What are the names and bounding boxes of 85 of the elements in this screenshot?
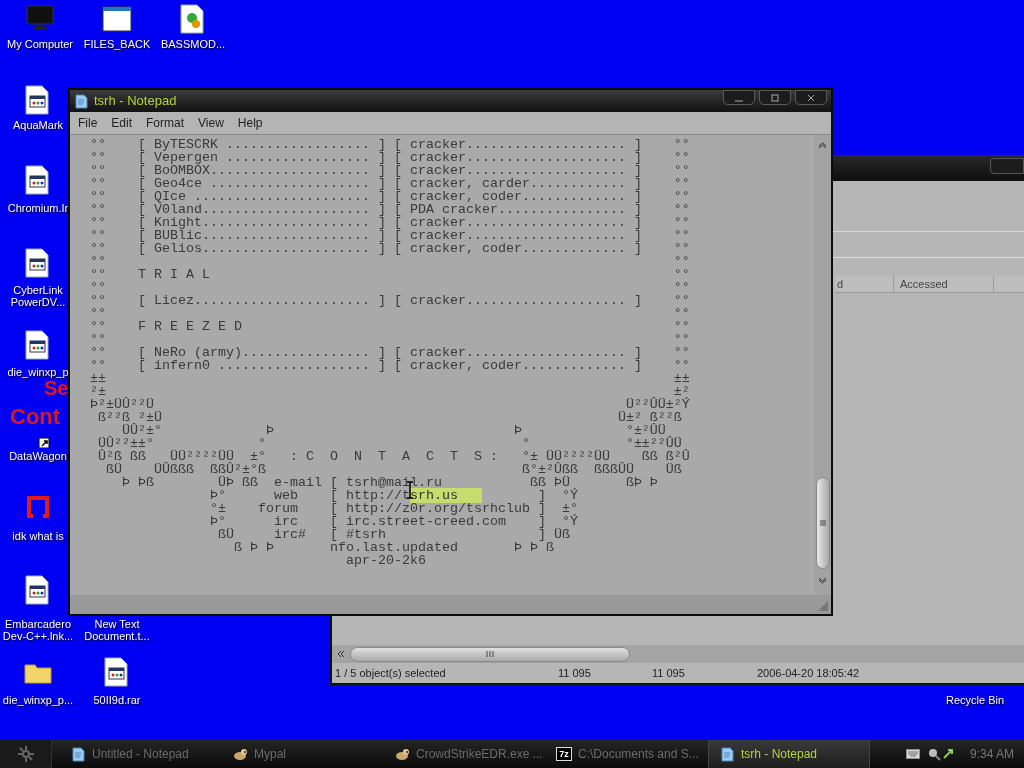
taskbar-label: CrowdStrikeEDR.exe ... bbox=[416, 746, 543, 763]
text-line: °° °° bbox=[90, 306, 690, 321]
window-icon[interactable] bbox=[102, 4, 132, 34]
status-text: 11 095 bbox=[558, 665, 592, 681]
wallpaper-text: Cont bbox=[10, 406, 61, 428]
flower-icon bbox=[15, 744, 36, 764]
minimize-button[interactable] bbox=[723, 90, 755, 105]
text-line: °° F R E E Z E D °° bbox=[90, 319, 690, 334]
text-line: ß Þ Þ nfo.last.updated Þ Þ ß bbox=[232, 540, 554, 555]
taskbar-label: tsrh - Notepad bbox=[741, 746, 818, 763]
taskbar-label: Mypal bbox=[254, 746, 286, 763]
text-line: °° °° bbox=[90, 332, 690, 347]
status-text: 2006-04-20 18:05:42 bbox=[757, 665, 861, 681]
close-button[interactable] bbox=[795, 90, 827, 105]
text-line: °° [ BUBlic..................... ] [ cracker.................... ] °° bbox=[90, 228, 690, 243]
notepad-icon bbox=[74, 93, 88, 109]
menu-item[interactable]: Edit bbox=[111, 114, 133, 132]
text-line: °° [ NeRo (army)................ ] [ cracker.................... ] °° bbox=[90, 345, 690, 360]
menu-item[interactable]: Format bbox=[146, 114, 185, 132]
icon-label[interactable]: Embarcadero Dev-C++.lnk... bbox=[2, 618, 74, 642]
wallpaper-text: Se bbox=[44, 378, 69, 398]
notepad-icon bbox=[719, 746, 735, 762]
text-line: ßÜ ÜÛßßß ßßÛ²±°ß ß°±²Ûßß ßßßÛÜ Üß bbox=[105, 462, 682, 477]
icon-label[interactable]: die_winxp_p... bbox=[2, 694, 74, 706]
icon-label[interactable]: Chromium.Ir bbox=[7, 202, 69, 214]
double-left-arrow-icon[interactable] bbox=[336, 649, 346, 659]
scrollbar-thumb[interactable] bbox=[815, 477, 830, 569]
animal-icon bbox=[394, 746, 410, 762]
icon-label[interactable]: FILES_BACK bbox=[83, 38, 151, 50]
text-line: °° [ BoOMBOX.................... ] [ cracker.................... ] °° bbox=[90, 163, 690, 178]
text-line: °° [ infern0 ................... ] [ cracker, coder............. ] °° bbox=[90, 358, 690, 373]
archiver-icon: 7z bbox=[556, 747, 572, 761]
text-line: °° °° bbox=[90, 254, 690, 269]
taskbar-button[interactable]: 7z C:\Documents and S... bbox=[546, 740, 708, 768]
text-line: °° [ Knight..................... ] [ cracker.................... ] °° bbox=[90, 215, 690, 230]
icon-label[interactable]: New Text Document.t... bbox=[84, 618, 150, 642]
menu-item[interactable]: File bbox=[78, 114, 98, 132]
window-title: tsrh - Notepad bbox=[94, 92, 177, 111]
taskbar-button[interactable]: tsrh - Notepad bbox=[708, 740, 870, 768]
selected-text: srh.us bbox=[409, 488, 482, 503]
text-line: ÜÛ²²±±° ° ° °±±²²ÛÜ bbox=[97, 436, 682, 451]
text-line: ÜÛ²±° Þ Þ °±²ÛÜ bbox=[122, 423, 666, 438]
icon-label[interactable]: 50II9d.rar bbox=[93, 694, 141, 706]
text-line: Þ²±ÜÛ²²Ü Ü²²ÛÜ±²Ý bbox=[90, 397, 690, 412]
text-line: ßÜ irc# [ #tsrh ] Üß bbox=[216, 527, 570, 542]
text-line: °° °° bbox=[90, 280, 690, 295]
menu-item[interactable]: View bbox=[198, 114, 224, 132]
text-line: °° [ ByTESCRK .................. ] [ cracker.................... ] °° bbox=[90, 137, 690, 152]
icon-label[interactable]: idk what is bbox=[12, 530, 64, 542]
text-line: °° [ Licez...................... ] [ cracker.................... ] °° bbox=[90, 293, 690, 308]
icon-label[interactable]: AquaMark bbox=[12, 119, 64, 131]
start-button[interactable] bbox=[0, 740, 52, 768]
column-header[interactable]: Accessed bbox=[894, 276, 994, 293]
taskbar-label: Untitled - Notepad bbox=[92, 746, 189, 763]
text-line: °° [ Gelios..................... ] [ cracker, coder............. ] °° bbox=[90, 241, 690, 256]
keyboard-icon[interactable] bbox=[905, 749, 920, 759]
status-text: 1 / 5 object(s) selected bbox=[334, 665, 447, 681]
text-line: apr-20-2k6 bbox=[345, 553, 426, 568]
clock: 9:34 AM bbox=[969, 746, 1014, 763]
text-line: °° [ Vepergen .................. ] [ cracker.................... ] °° bbox=[90, 150, 690, 165]
animal-icon bbox=[232, 746, 248, 762]
status-text: 11 095 bbox=[652, 665, 686, 681]
icon-label[interactable]: Recycle Bin bbox=[945, 694, 1005, 706]
down-arrow-icon[interactable] bbox=[818, 577, 827, 585]
text-line: ±± ±± bbox=[90, 371, 690, 386]
resize-grip-icon[interactable] bbox=[817, 600, 829, 612]
notepad-icon bbox=[70, 746, 86, 762]
text-line: Þ° web [ http://t bbox=[208, 488, 410, 503]
text-line: °° T R I A L °° bbox=[90, 267, 690, 282]
scrollbar-thumb[interactable] bbox=[350, 646, 630, 662]
text-line: °° [ Geo4ce .................... ] [ cracker, carder............ ] °° bbox=[90, 176, 690, 191]
icon-label[interactable]: BASSMOD... bbox=[160, 38, 226, 50]
taskbar-label: C:\Documents and S... bbox=[578, 746, 699, 763]
text-line: ] °Ý bbox=[536, 488, 578, 503]
column-header[interactable]: d bbox=[835, 276, 894, 293]
text-line: °° [ QIce ...................... ] [ cracker, coder............. ] °° bbox=[90, 189, 690, 204]
taskbar-button[interactable]: CrowdStrikeEDR.exe ... bbox=[384, 740, 546, 768]
text-line: °° [ V0land..................... ] [ PDA cracker................ ] °° bbox=[90, 202, 690, 217]
icon-label[interactable]: die_winxp_p bbox=[7, 366, 69, 378]
menu-item[interactable]: Help bbox=[237, 114, 263, 132]
text-line: Þ° irc [ irc.street-creed.com ] °Ý bbox=[208, 514, 578, 529]
icon-label[interactable]: My Computer bbox=[7, 38, 73, 50]
icon-label[interactable]: DataWagon bbox=[9, 450, 67, 462]
up-arrow-icon[interactable] bbox=[818, 141, 827, 149]
icon-label[interactable]: CyberLink PowerDV... bbox=[10, 284, 66, 308]
